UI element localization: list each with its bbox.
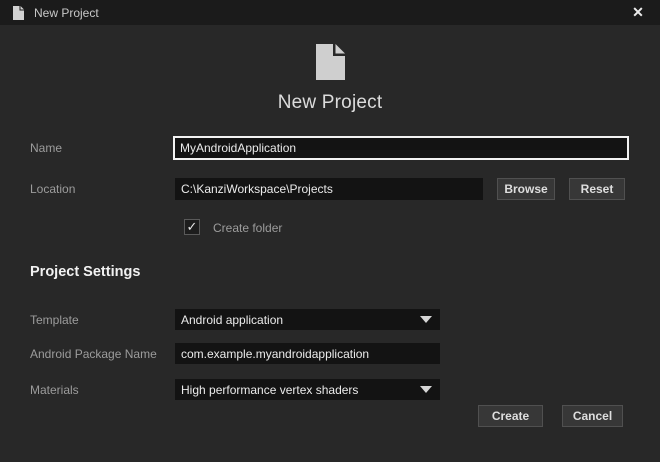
reset-button[interactable]: Reset (569, 178, 625, 200)
close-icon[interactable]: ✕ (624, 0, 652, 25)
materials-label: Materials (30, 383, 79, 397)
name-input[interactable] (173, 136, 629, 160)
new-project-document-icon (315, 44, 345, 80)
document-icon (13, 5, 24, 20)
cancel-button[interactable]: Cancel (562, 405, 623, 427)
browse-button[interactable]: Browse (497, 178, 555, 200)
chevron-down-icon (420, 316, 432, 323)
package-name-label: Android Package Name (30, 347, 157, 361)
package-name-input[interactable] (175, 343, 440, 364)
location-input[interactable] (175, 178, 483, 200)
window-title: New Project (34, 5, 99, 20)
create-folder-label: Create folder (213, 221, 283, 235)
template-value: Android application (181, 312, 284, 327)
title-bar: New Project ✕ (0, 0, 660, 25)
location-label: Location (30, 182, 76, 196)
materials-value: High performance vertex shaders (181, 382, 359, 397)
create-folder-checkbox[interactable]: ✓ (184, 219, 200, 235)
page-title: New Project (277, 92, 383, 113)
name-label: Name (30, 141, 63, 155)
project-settings-heading: Project Settings (30, 264, 141, 280)
materials-dropdown[interactable]: High performance vertex shaders (175, 379, 440, 400)
template-label: Template (30, 313, 79, 327)
template-dropdown[interactable]: Android application (175, 309, 440, 330)
chevron-down-icon (420, 386, 432, 393)
create-button[interactable]: Create (478, 405, 543, 427)
